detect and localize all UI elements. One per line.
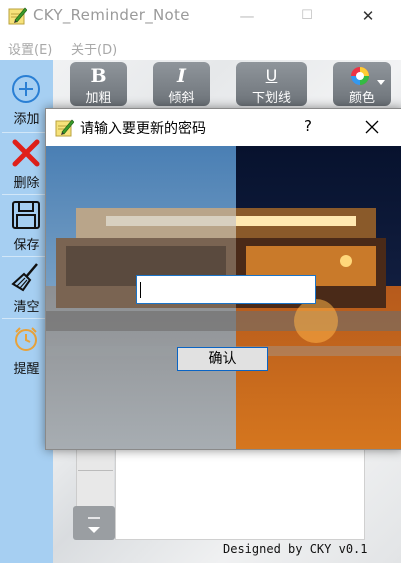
scroll-down-icon: [88, 517, 100, 533]
minimize-button[interactable]: —: [224, 0, 270, 32]
sidebar-divider: [2, 194, 51, 195]
color-label: 颜色: [348, 91, 375, 106]
dialog-background-photo: 确认: [46, 146, 401, 449]
dialog-title: 请输入要更新的密码: [80, 121, 206, 137]
sidebar-divider: [2, 256, 51, 257]
dropdown-arrow-icon: [377, 80, 385, 85]
password-dialog: 请输入要更新的密码 ? 确认: [45, 108, 401, 450]
scroll-down-button[interactable]: [73, 506, 115, 540]
notepad-pencil-icon: [55, 119, 74, 137]
color-button[interactable]: 颜色: [333, 62, 391, 106]
footer-credit: Designed by CKY v0.1: [223, 542, 368, 556]
italic-glyph: I: [177, 65, 186, 87]
italic-button[interactable]: I 倾斜: [153, 62, 210, 106]
color-wheel-icon: [351, 67, 369, 85]
menu-settings[interactable]: 设置(E): [8, 39, 52, 58]
broom-clear-icon: [11, 263, 38, 292]
confirm-button[interactable]: 确认: [177, 347, 268, 371]
dialog-close-icon[interactable]: [358, 117, 386, 137]
delete-x-icon: [12, 139, 40, 167]
window-title-bar: CKY_Reminder_Note — ☐ ✕: [0, 0, 401, 32]
bold-label: 加粗: [85, 91, 112, 106]
underline-button[interactable]: U 下划线: [236, 62, 307, 106]
sidebar-divider: [2, 132, 51, 133]
bold-button[interactable]: B 加粗: [70, 62, 127, 106]
bold-glyph: B: [90, 65, 107, 87]
note-editor[interactable]: [115, 445, 365, 540]
italic-label: 倾斜: [168, 91, 195, 106]
close-button[interactable]: ✕: [345, 0, 391, 32]
menu-bar: 设置(E) 关于(D): [0, 36, 401, 60]
menu-about[interactable]: 关于(D): [71, 39, 117, 58]
underline-glyph: U: [265, 66, 278, 85]
floppy-save-icon: [12, 201, 40, 229]
dialog-title-bar: 请输入要更新的密码 ?: [46, 109, 401, 146]
text-caret: [140, 282, 141, 298]
alarm-clock-icon: [15, 327, 37, 351]
sidebar-divider: [2, 318, 51, 319]
underline-label: 下划线: [251, 91, 291, 106]
help-button[interactable]: ?: [304, 117, 312, 135]
notepad-pencil-icon: [8, 7, 27, 25]
scrollbar-divider: [78, 470, 113, 471]
add-circle-icon: [12, 75, 40, 103]
password-input[interactable]: [136, 275, 316, 304]
maximize-button[interactable]: ☐: [284, 0, 330, 32]
app-title: CKY_Reminder_Note: [33, 6, 190, 24]
